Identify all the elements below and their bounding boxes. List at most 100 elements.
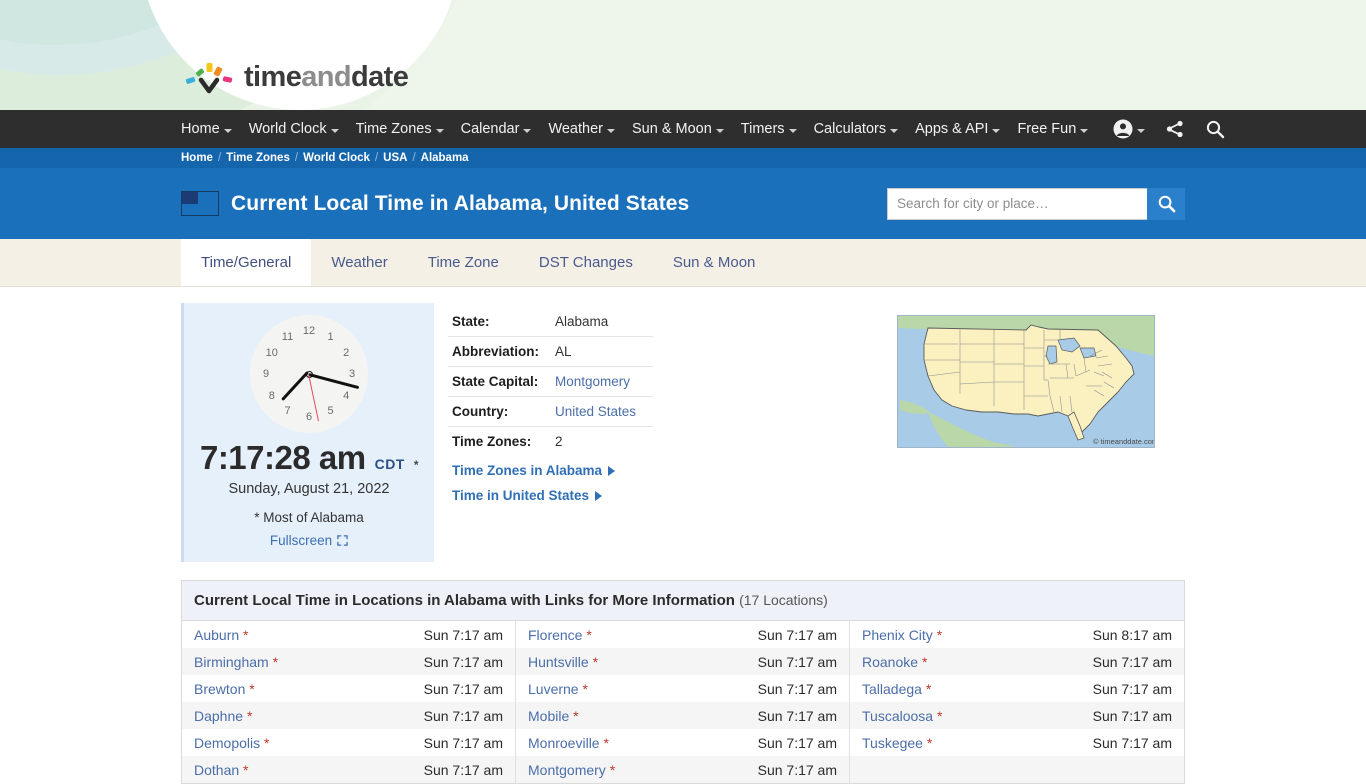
location-link[interactable]: Huntsville * xyxy=(528,654,598,670)
location-link[interactable]: Brewton * xyxy=(194,681,255,697)
locations-count: (17 Locations) xyxy=(739,592,828,608)
tab-dst-changes[interactable]: DST Changes xyxy=(519,239,653,286)
location-link[interactable]: Mobile * xyxy=(528,708,579,724)
nav-label: Weather xyxy=(548,121,603,137)
info-value: Alabama xyxy=(555,314,609,329)
location-link[interactable]: Auburn * xyxy=(194,627,249,643)
location-link[interactable]: Luverne * xyxy=(528,681,588,697)
table-row: Roanoke * Sun 7:17 am xyxy=(850,648,1184,675)
account-button[interactable] xyxy=(1113,119,1146,139)
link-time-in-united-states[interactable]: Time in United States xyxy=(448,481,653,506)
location-link[interactable]: Talladega * xyxy=(862,681,931,697)
fullscreen-link[interactable]: Fullscreen xyxy=(194,533,424,548)
location-link[interactable]: Tuskegee * xyxy=(862,735,932,751)
info-row-time-zones: Time Zones: 2 xyxy=(448,427,653,456)
site-logo[interactable]: timeanddate xyxy=(185,58,409,96)
table-row: Daphne * Sun 7:17 am xyxy=(182,702,515,729)
usa-map-image: © timeanddate.com xyxy=(898,316,1155,447)
info-value: 2 xyxy=(555,434,563,449)
clock-number-2: 2 xyxy=(343,346,350,359)
table-row: Birmingham * Sun 7:17 am xyxy=(182,648,515,675)
nav-item-world-clock[interactable]: World Clock xyxy=(249,121,339,137)
location-link[interactable]: Florence * xyxy=(528,627,592,643)
nav-item-sun-moon[interactable]: Sun & Moon xyxy=(632,121,724,137)
chevron-down-icon xyxy=(223,128,232,133)
tab-sun-moon[interactable]: Sun & Moon xyxy=(653,239,776,286)
timezone-abbreviation: CDT xyxy=(374,456,405,472)
fullscreen-label: Fullscreen xyxy=(269,533,333,548)
nav-label: Calculators xyxy=(813,121,887,137)
map-credit: © timeanddate.com xyxy=(1093,437,1155,446)
clock-hour-hand xyxy=(281,370,309,401)
locations-column-3: Phenix City * Sun 8:17 am Roanoke * Sun 7:1… xyxy=(850,621,1184,783)
nav-item-weather[interactable]: Weather xyxy=(548,121,615,137)
location-link[interactable]: Dothan * xyxy=(194,762,249,778)
breadcrumb-separator: / xyxy=(217,152,222,164)
nav-item-home[interactable]: Home xyxy=(181,121,232,137)
info-row-country: Country: United States xyxy=(448,397,653,427)
info-label: Country: xyxy=(452,404,509,419)
table-row: Tuscaloosa * Sun 7:17 am xyxy=(850,702,1184,729)
location-time: Sun 7:17 am xyxy=(423,680,503,697)
location-link[interactable]: Daphne * xyxy=(194,708,252,724)
chevron-down-icon xyxy=(523,128,532,133)
tab-time-zone[interactable]: Time Zone xyxy=(408,239,519,286)
breadcrumb-item-usa[interactable]: USA xyxy=(383,152,407,164)
nav-item-time-zones[interactable]: Time Zones xyxy=(356,121,444,137)
info-row-abbreviation: Abbreviation: AL xyxy=(448,337,653,367)
analog-clock: 12 1 2 3 4 5 6 7 8 9 10 11 xyxy=(250,315,368,433)
location-info-table: State: Alabama Abbreviation: AL State Ca… xyxy=(448,303,653,562)
tab-label: Time Zone xyxy=(427,254,499,271)
us-flag-icon xyxy=(181,191,219,216)
info-label: State Capital: xyxy=(452,374,539,389)
clock-number-8: 8 xyxy=(268,389,275,402)
info-row-state: State: Alabama xyxy=(448,307,653,337)
link-label: Time Zones in Alabama xyxy=(452,463,603,478)
location-link[interactable]: Roanoke * xyxy=(862,654,927,670)
location-time: Sun 7:17 am xyxy=(757,680,837,697)
location-link[interactable]: Monroeville * xyxy=(528,735,609,751)
nav-item-free-fun[interactable]: Free Fun xyxy=(1017,121,1089,137)
location-time: Sun 7:17 am xyxy=(1092,734,1172,751)
info-label: State: xyxy=(452,314,490,329)
chevron-down-icon xyxy=(890,128,899,133)
location-link[interactable]: Tuscaloosa * xyxy=(862,708,942,724)
location-link[interactable]: Phenix City * xyxy=(862,627,942,643)
nav-label: Calendar xyxy=(460,121,520,137)
info-value: AL xyxy=(555,344,572,359)
search-submit-button[interactable] xyxy=(1147,187,1185,220)
search-icon xyxy=(1158,195,1175,213)
nav-item-calendar[interactable]: Calendar xyxy=(461,121,532,137)
location-link[interactable]: Demopolis * xyxy=(194,735,269,751)
usa-map[interactable]: © timeanddate.com xyxy=(897,315,1155,448)
table-row: Luverne * Sun 7:17 am xyxy=(516,675,849,702)
nav-item-timers[interactable]: Timers xyxy=(741,121,797,137)
info-value-link[interactable]: Montgomery xyxy=(555,374,630,389)
nav-item-apps-api[interactable]: Apps & API xyxy=(915,121,1001,137)
locations-heading-text: Current Local Time in Locations in Alaba… xyxy=(194,592,735,609)
breadcrumb-item-world-clock[interactable]: World Clock xyxy=(303,152,370,164)
search-button-nav[interactable] xyxy=(1205,119,1225,139)
timeanddate-logo-icon xyxy=(185,58,238,96)
tab-weather[interactable]: Weather xyxy=(311,239,407,286)
tab-time-general[interactable]: Time/General xyxy=(181,239,312,286)
breadcrumb-item-alabama[interactable]: Alabama xyxy=(421,152,469,164)
nav-item-calculators[interactable]: Calculators xyxy=(814,121,899,137)
location-link[interactable]: Montgomery * xyxy=(528,762,615,778)
location-time: Sun 7:17 am xyxy=(423,734,503,751)
chevron-down-icon xyxy=(606,128,615,133)
location-link[interactable]: Birmingham * xyxy=(194,654,278,670)
table-row: Auburn * Sun 7:17 am xyxy=(182,621,515,648)
timezone-footnote: * Most of Alabama xyxy=(254,510,364,525)
share-button[interactable] xyxy=(1165,119,1185,139)
breadcrumb-item-time-zones[interactable]: Time Zones xyxy=(226,152,290,164)
location-time: Sun 7:17 am xyxy=(757,626,837,643)
nav-label: Sun & Moon xyxy=(631,121,712,137)
link-time-zones-in-alabama[interactable]: Time Zones in Alabama xyxy=(448,456,653,481)
nav-label: World Clock xyxy=(248,121,327,137)
locations-table: Current Local Time in Locations in Alaba… xyxy=(181,580,1185,784)
breadcrumb-item-home[interactable]: Home xyxy=(181,152,213,164)
logo-text-time: time xyxy=(244,60,302,93)
search-input[interactable] xyxy=(887,187,1147,220)
info-value-link[interactable]: United States xyxy=(555,404,636,419)
